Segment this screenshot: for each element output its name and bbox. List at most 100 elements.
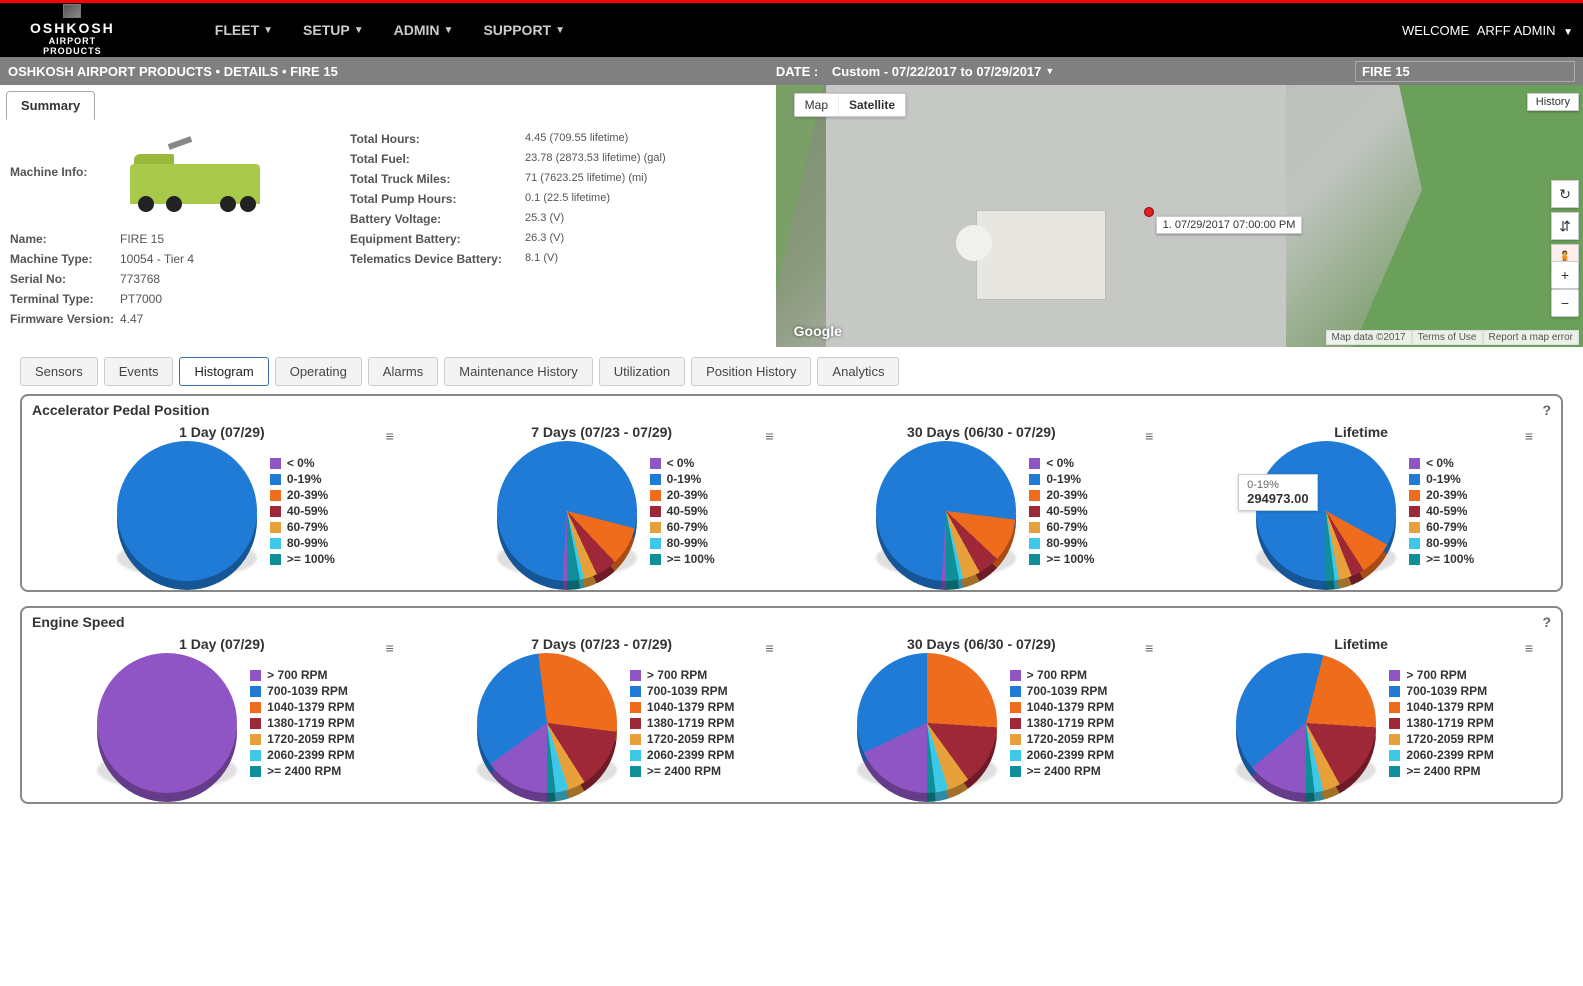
legend-item[interactable]: >= 2400 RPM bbox=[1010, 764, 1114, 778]
nav-setup[interactable]: SETUP▼ bbox=[303, 22, 364, 38]
tab-utilization[interactable]: Utilization bbox=[599, 357, 685, 386]
legend-item[interactable]: 80-99% bbox=[1029, 536, 1094, 550]
map-report-link[interactable]: Report a map error bbox=[1483, 330, 1579, 345]
legend-item[interactable]: < 0% bbox=[1409, 456, 1474, 470]
legend-item[interactable]: >= 2400 RPM bbox=[250, 764, 354, 778]
legend-item[interactable]: 1380-1719 RPM bbox=[1010, 716, 1114, 730]
legend-item[interactable]: 700-1039 RPM bbox=[1389, 684, 1493, 698]
legend-item[interactable]: 2060-2399 RPM bbox=[1010, 748, 1114, 762]
help-icon[interactable]: ? bbox=[1542, 402, 1551, 418]
legend-item[interactable]: >= 2400 RPM bbox=[1389, 764, 1493, 778]
tab-events[interactable]: Events bbox=[104, 357, 174, 386]
legend-item[interactable]: 80-99% bbox=[270, 536, 335, 550]
legend-item[interactable]: < 0% bbox=[270, 456, 335, 470]
tab-alarms[interactable]: Alarms bbox=[368, 357, 438, 386]
tab-position-history[interactable]: Position History bbox=[691, 357, 811, 386]
legend-item[interactable]: 1040-1379 RPM bbox=[1389, 700, 1493, 714]
legend-item[interactable]: 40-59% bbox=[1029, 504, 1094, 518]
tab-histogram[interactable]: Histogram bbox=[179, 357, 268, 386]
legend-item[interactable]: > 700 RPM bbox=[250, 668, 354, 682]
legend-item[interactable]: 60-79% bbox=[1409, 520, 1474, 534]
legend-item[interactable]: < 0% bbox=[1029, 456, 1094, 470]
legend-item[interactable]: 0-19% bbox=[1409, 472, 1474, 486]
legend-item[interactable]: 20-39% bbox=[270, 488, 335, 502]
date-range-dropdown[interactable]: Custom - 07/22/2017 to 07/29/2017 ▼ bbox=[828, 62, 1058, 81]
legend-item[interactable]: 0-19% bbox=[650, 472, 715, 486]
pie-chart[interactable] bbox=[89, 658, 244, 788]
legend-item[interactable]: 40-59% bbox=[650, 504, 715, 518]
tab-operating[interactable]: Operating bbox=[275, 357, 362, 386]
legend-item[interactable]: 60-79% bbox=[270, 520, 335, 534]
search-input[interactable] bbox=[1355, 61, 1575, 82]
legend-item[interactable]: 80-99% bbox=[650, 536, 715, 550]
legend-item[interactable]: 2060-2399 RPM bbox=[250, 748, 354, 762]
legend-item[interactable]: 1720-2059 RPM bbox=[630, 732, 734, 746]
pie-chart[interactable] bbox=[489, 446, 644, 576]
legend-item[interactable]: 60-79% bbox=[650, 520, 715, 534]
legend-item[interactable]: 40-59% bbox=[1409, 504, 1474, 518]
chart-menu-icon[interactable]: ≡ bbox=[1145, 640, 1153, 656]
map-rotate-button[interactable]: ↻ bbox=[1551, 180, 1579, 208]
legend-item[interactable]: 1040-1379 RPM bbox=[1010, 700, 1114, 714]
pie-chart[interactable] bbox=[469, 658, 624, 788]
pie-chart[interactable] bbox=[868, 446, 1023, 576]
legend-item[interactable]: 700-1039 RPM bbox=[630, 684, 734, 698]
legend-item[interactable]: 1040-1379 RPM bbox=[630, 700, 734, 714]
legend-item[interactable]: > 700 RPM bbox=[1010, 668, 1114, 682]
legend-item[interactable]: < 0% bbox=[650, 456, 715, 470]
legend-item[interactable]: 20-39% bbox=[1029, 488, 1094, 502]
legend-item[interactable]: 60-79% bbox=[1029, 520, 1094, 534]
zoom-in-button[interactable]: + bbox=[1551, 261, 1579, 289]
chart-menu-icon[interactable]: ≡ bbox=[386, 428, 394, 444]
legend-item[interactable]: >= 100% bbox=[1409, 552, 1474, 566]
legend-item[interactable]: 700-1039 RPM bbox=[250, 684, 354, 698]
map-panel[interactable]: Map Satellite History 1. 07/29/2017 07:0… bbox=[776, 85, 1583, 347]
chart-menu-icon[interactable]: ≡ bbox=[765, 428, 773, 444]
tab-sensors[interactable]: Sensors bbox=[20, 357, 98, 386]
legend-item[interactable]: 1040-1379 RPM bbox=[250, 700, 354, 714]
tab-analytics[interactable]: Analytics bbox=[817, 357, 899, 386]
pie-chart[interactable] bbox=[849, 658, 1004, 788]
legend-item[interactable]: >= 100% bbox=[270, 552, 335, 566]
legend-item[interactable]: >= 100% bbox=[650, 552, 715, 566]
chart-menu-icon[interactable]: ≡ bbox=[765, 640, 773, 656]
legend-item[interactable]: 2060-2399 RPM bbox=[1389, 748, 1493, 762]
tab-maintenance-history[interactable]: Maintenance History bbox=[444, 357, 593, 386]
legend-item[interactable]: 0-19% bbox=[1029, 472, 1094, 486]
map-tilt-button[interactable]: ⇵ bbox=[1551, 212, 1579, 240]
legend-item[interactable]: > 700 RPM bbox=[1389, 668, 1493, 682]
help-icon[interactable]: ? bbox=[1542, 614, 1551, 630]
history-button[interactable]: History bbox=[1527, 93, 1579, 111]
legend-item[interactable]: 1380-1719 RPM bbox=[1389, 716, 1493, 730]
pie-chart[interactable]: 0-19%294973.00 bbox=[1248, 446, 1403, 576]
legend-item[interactable]: 0-19% bbox=[270, 472, 335, 486]
tab-summary[interactable]: Summary bbox=[6, 91, 95, 120]
map-type-map[interactable]: Map bbox=[795, 94, 838, 116]
legend-item[interactable]: 1720-2059 RPM bbox=[250, 732, 354, 746]
legend-item[interactable]: 1380-1719 RPM bbox=[250, 716, 354, 730]
map-marker-icon[interactable] bbox=[1144, 207, 1154, 217]
map-type-satellite[interactable]: Satellite bbox=[838, 94, 905, 116]
zoom-out-button[interactable]: − bbox=[1551, 289, 1579, 317]
pie-chart[interactable] bbox=[109, 446, 264, 576]
legend-item[interactable]: 20-39% bbox=[650, 488, 715, 502]
legend-item[interactable]: 2060-2399 RPM bbox=[630, 748, 734, 762]
legend-item[interactable]: 1720-2059 RPM bbox=[1010, 732, 1114, 746]
nav-support[interactable]: SUPPORT▼ bbox=[483, 22, 565, 38]
chart-menu-icon[interactable]: ≡ bbox=[1525, 428, 1533, 444]
welcome-user[interactable]: WELCOME ARFF ADMIN ▼ bbox=[1398, 23, 1573, 38]
pie-chart[interactable] bbox=[1228, 658, 1383, 788]
legend-item[interactable]: 1720-2059 RPM bbox=[1389, 732, 1493, 746]
nav-admin[interactable]: ADMIN▼ bbox=[394, 22, 454, 38]
legend-item[interactable]: >= 2400 RPM bbox=[630, 764, 734, 778]
legend-item[interactable]: 700-1039 RPM bbox=[1010, 684, 1114, 698]
legend-item[interactable]: 40-59% bbox=[270, 504, 335, 518]
chart-menu-icon[interactable]: ≡ bbox=[1145, 428, 1153, 444]
chart-menu-icon[interactable]: ≡ bbox=[1525, 640, 1533, 656]
nav-fleet[interactable]: FLEET▼ bbox=[215, 22, 273, 38]
chart-menu-icon[interactable]: ≡ bbox=[386, 640, 394, 656]
legend-item[interactable]: >= 100% bbox=[1029, 552, 1094, 566]
legend-item[interactable]: 1380-1719 RPM bbox=[630, 716, 734, 730]
map-terms-link[interactable]: Terms of Use bbox=[1412, 330, 1483, 345]
legend-item[interactable]: > 700 RPM bbox=[630, 668, 734, 682]
